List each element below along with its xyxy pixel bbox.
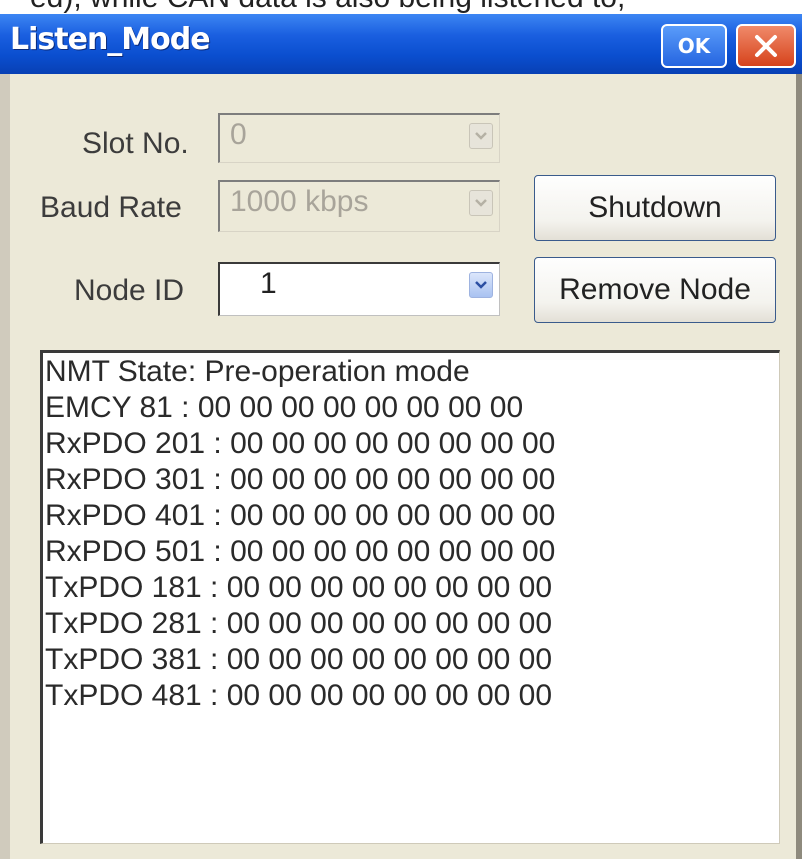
slot-value: 0 [230,118,247,151]
slot-label: Slot No. [82,127,189,160]
clipped-caption: ed), while CAN data is also being listen… [0,0,802,14]
shutdown-button[interactable]: Shutdown [534,175,776,241]
window-title: Listen_Mode [10,22,211,57]
node-id-value: 1 [260,267,277,300]
log-line: RxPDO 501 : 00 00 00 00 00 00 00 00 [45,535,556,568]
log-line: TxPDO 281 : 00 00 00 00 00 00 00 00 [45,607,553,640]
title-bar[interactable]: Listen_Mode OK [0,14,802,74]
chevron-down-icon [475,132,487,140]
clipped-caption-text: ed), while CAN data is also being listen… [30,0,625,14]
chevron-down-icon [475,281,487,289]
ok-button[interactable]: OK [661,24,727,68]
remove-node-button[interactable]: Remove Node [534,257,776,323]
log-line: RxPDO 401 : 00 00 00 00 00 00 00 00 [45,499,556,532]
slot-combobox[interactable]: 0 [218,113,500,163]
log-line: NMT State: Pre-operation mode [45,355,470,388]
node-id-combobox[interactable]: 1 [218,262,500,316]
log-line: RxPDO 201 : 00 00 00 00 00 00 00 00 [45,427,556,460]
log-line: TxPDO 481 : 00 00 00 00 00 00 00 00 [45,679,553,712]
chevron-down-icon [475,199,487,207]
log-line: RxPDO 301 : 00 00 00 00 00 00 00 00 [45,463,556,496]
node-id-dropdown-button[interactable] [469,272,493,298]
close-icon [755,35,777,57]
log-line: EMCY 81 : 00 00 00 00 00 00 00 00 [45,391,524,424]
baud-rate-label: Baud Rate [40,191,182,224]
baud-rate-value: 1000 kbps [230,185,369,218]
status-log[interactable]: NMT State: Pre-operation mode EMCY 81 : … [40,350,780,844]
slot-dropdown-button[interactable] [469,123,493,149]
baud-rate-combobox[interactable]: 1000 kbps [218,180,500,232]
listen-mode-dialog: Listen_Mode OK Slot No. 0 Baud Rate 1000… [0,14,802,859]
node-id-label: Node ID [74,274,185,307]
baud-rate-dropdown-button[interactable] [469,190,493,216]
log-line: TxPDO 181 : 00 00 00 00 00 00 00 00 [45,571,553,604]
close-button[interactable] [736,24,796,68]
log-line: TxPDO 381 : 00 00 00 00 00 00 00 00 [45,643,553,676]
